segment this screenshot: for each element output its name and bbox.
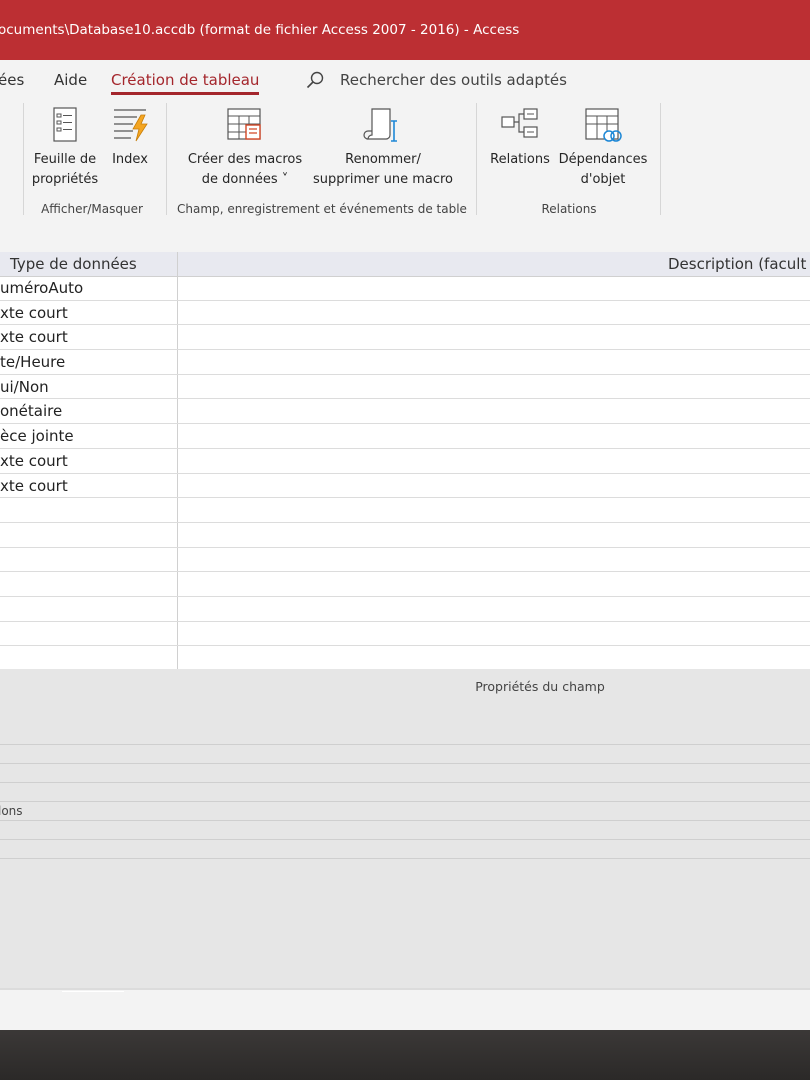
field-properties-title: Propriétés du champ	[475, 679, 605, 694]
create-data-macros-label-1: Créer des macros	[187, 152, 303, 167]
field-properties-panel: lons	[0, 726, 810, 988]
title-bar: ocuments\Database10.accdb (format de fic…	[0, 0, 810, 60]
property-row[interactable]	[0, 821, 810, 840]
table-row[interactable]	[0, 646, 810, 671]
ribbon-separator	[660, 103, 661, 215]
object-dependencies-icon	[585, 108, 622, 142]
group-label-afficher-masquer: Afficher/Masquer	[41, 202, 143, 216]
property-sheet-button[interactable]: Feuille de propriétés	[26, 107, 104, 190]
relationships-icon	[501, 108, 538, 138]
table-row[interactable]	[0, 523, 810, 548]
rename-delete-macro-button[interactable]: Renommer/ supprimer une macro	[310, 107, 456, 190]
table-row[interactable]: xte court	[0, 325, 810, 351]
ribbon-separator	[476, 103, 477, 215]
grid-rows: uméroAuto xte court xte court te/Heure ui/No…	[0, 276, 810, 696]
property-sheet-label-2: propriétés	[31, 172, 99, 187]
data-type-cell[interactable]: uméroAuto	[0, 279, 83, 297]
table-design-grid: Type de données Description (facult umér…	[0, 252, 810, 696]
search-icon[interactable]	[305, 70, 325, 90]
table-row[interactable]: xte court	[0, 301, 810, 326]
object-dependencies-label-2: d'objet	[580, 172, 626, 187]
create-data-macros-button[interactable]: Créer des macros de données ˅	[182, 107, 308, 190]
data-type-cell[interactable]: ui/Non	[0, 378, 49, 396]
data-type-cell[interactable]: xte court	[0, 477, 68, 495]
table-row[interactable]: te/Heure	[0, 350, 810, 375]
property-row[interactable]: lons	[0, 802, 810, 821]
rename-macro-label-2: supprimer une macro	[312, 172, 453, 187]
relations-button[interactable]: Relations	[486, 107, 554, 170]
property-sheet-label-1: Feuille de	[33, 152, 97, 167]
object-dependencies-button[interactable]: Dépendances d'objet	[556, 107, 650, 190]
property-sheet-icon	[53, 107, 77, 142]
ribbon-separator	[23, 103, 24, 215]
data-type-cell[interactable]: xte court	[0, 328, 68, 346]
data-macro-icon	[227, 108, 261, 140]
table-row[interactable]	[0, 622, 810, 647]
status-bar	[0, 988, 810, 1032]
table-row[interactable]	[0, 597, 810, 622]
group-label-champ-evenements: Champ, enregistrement et événements de t…	[177, 202, 467, 216]
table-row[interactable]: onétaire	[0, 399, 810, 425]
ribbon: Feuille de propriétés Index Créer des ma…	[0, 98, 810, 223]
document-tab-strip	[0, 222, 810, 252]
window-title: ocuments\Database10.accdb (format de fic…	[0, 22, 520, 38]
column-header-data-type[interactable]: Type de données	[10, 255, 137, 273]
table-row[interactable]	[0, 498, 810, 523]
relations-label: Relations	[490, 152, 550, 167]
table-row[interactable]: xte court	[0, 474, 810, 499]
taskbar	[0, 1030, 810, 1080]
tab-aide[interactable]: Aide	[54, 71, 87, 89]
property-row[interactable]	[0, 840, 810, 859]
table-row[interactable]: xte court	[0, 449, 810, 474]
property-row[interactable]	[0, 764, 810, 783]
grid-header: Type de données Description (facult	[0, 252, 810, 277]
group-label-relations: Relations	[541, 202, 597, 216]
column-header-description[interactable]: Description (facult	[668, 255, 806, 273]
property-row[interactable]	[0, 726, 810, 745]
data-type-cell[interactable]: xte court	[0, 452, 68, 470]
table-row[interactable]	[0, 572, 810, 597]
property-row[interactable]	[0, 783, 810, 802]
status-bar-mark	[62, 991, 124, 992]
index-button[interactable]: Index	[108, 107, 152, 170]
data-type-cell[interactable]: te/Heure	[0, 353, 65, 371]
tab-donnees-externes[interactable]: ées	[0, 71, 24, 89]
search-box[interactable]: Rechercher des outils adaptés	[340, 71, 567, 89]
table-row[interactable]: uméroAuto	[0, 276, 810, 301]
data-type-cell[interactable]: onétaire	[0, 402, 62, 420]
object-dependencies-label-1: Dépendances	[558, 152, 648, 167]
table-row[interactable]: èce jointe	[0, 424, 810, 449]
rename-macro-icon	[363, 108, 397, 142]
data-type-cell[interactable]: xte court	[0, 304, 68, 322]
tab-creation-de-tableau[interactable]: Création de tableau	[111, 71, 260, 95]
property-row[interactable]	[0, 745, 810, 764]
index-label: Index	[112, 152, 148, 167]
create-data-macros-label-2: de données ˅	[201, 172, 289, 187]
table-row[interactable]: ui/Non	[0, 375, 810, 400]
index-icon	[114, 109, 148, 142]
data-type-cell[interactable]: èce jointe	[0, 427, 74, 445]
rename-macro-label-1: Renommer/	[345, 152, 421, 167]
field-properties-header: Propriétés du champ	[0, 669, 810, 727]
property-label: lons	[0, 804, 23, 818]
table-row[interactable]	[0, 548, 810, 573]
ribbon-separator	[166, 103, 167, 215]
